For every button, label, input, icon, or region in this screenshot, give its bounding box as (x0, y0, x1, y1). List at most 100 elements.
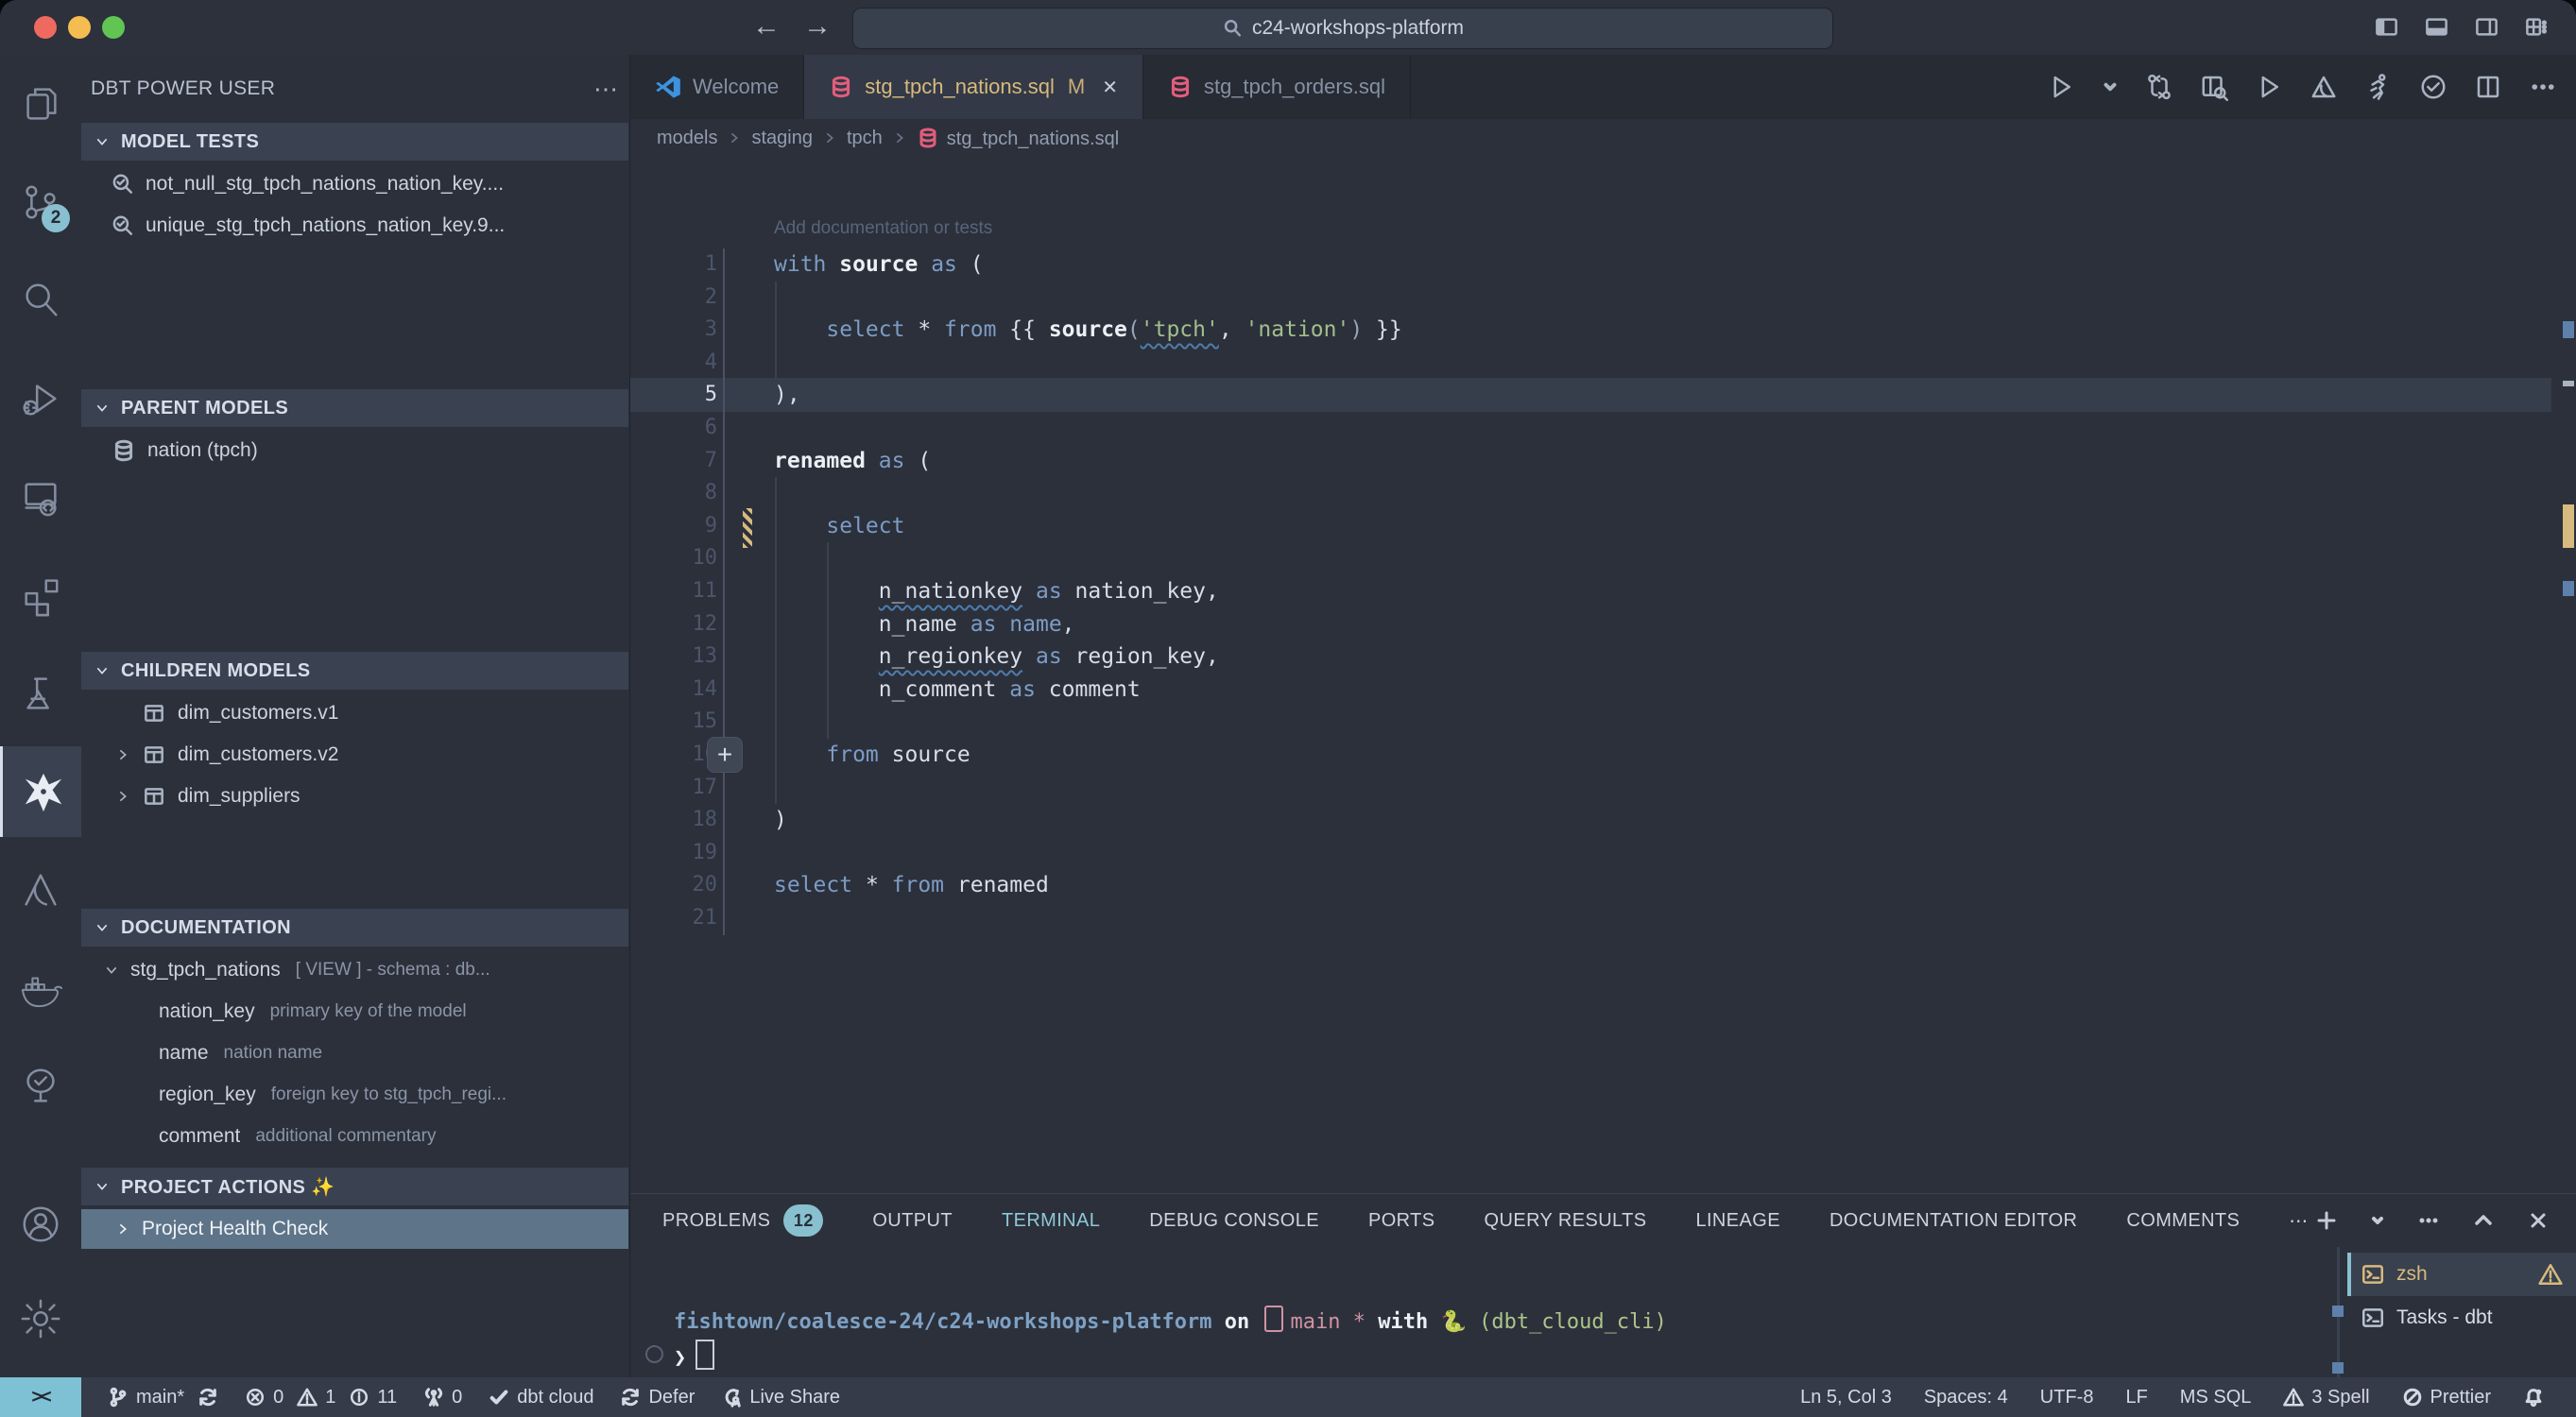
model-test-item[interactable]: unique_stg_tpch_nations_nation_key.9... (81, 206, 628, 246)
activity-item-files[interactable] (0, 59, 81, 149)
section-header-parent-models[interactable]: PARENT MODELS (81, 389, 628, 427)
model-test-item[interactable]: not_null_stg_tpch_nations_nation_key.... (81, 164, 628, 204)
sash-handle[interactable] (2332, 1362, 2344, 1374)
activity-item-dbt-power-user[interactable] (0, 746, 84, 837)
doc-column-row[interactable]: commentadditional commentary (81, 1117, 628, 1156)
parent-model-item[interactable]: nation (tpch) (81, 431, 628, 470)
status-item-3-spell[interactable]: 3 Spell (2283, 1387, 2369, 1408)
tab-stg-tpch-orders-sql[interactable]: stg_tpch_orders.sql (1143, 55, 1411, 119)
doc-column-row[interactable]: region_keyforeign key to stg_tpch_regi..… (81, 1075, 628, 1115)
activity-item-extensions[interactable] (0, 550, 81, 640)
new-terminal-icon[interactable] (2315, 1209, 2338, 1232)
sash-handle[interactable] (2332, 1306, 2344, 1317)
section-header-project-actions[interactable]: PROJECT ACTIONS ✨ (81, 1168, 628, 1205)
panel-tab-documentation-editor[interactable]: DOCUMENTATION EDITOR (1829, 1210, 2077, 1232)
add-button[interactable]: + (707, 737, 743, 773)
window-close-button[interactable] (34, 16, 57, 39)
remote-indicator[interactable]: >< (0, 1377, 81, 1417)
activity-item-source-control[interactable]: 2 (0, 157, 81, 248)
tab-stg-tpch-nations-sql[interactable]: stg_tpch_nations.sqlM✕ (804, 55, 1143, 119)
activity-item-remote-explorer[interactable] (0, 452, 81, 542)
more-actions-icon[interactable] (2417, 1209, 2440, 1232)
doc-column-row[interactable]: nation_keyprimary key of the model (81, 992, 628, 1032)
panel-tab-lineage[interactable]: LINEAGE (1695, 1210, 1780, 1232)
info-circle-icon (349, 1387, 369, 1408)
window-zoom-button[interactable] (102, 16, 125, 39)
doc-model-row[interactable]: stg_tpch_nations [ VIEW ] - schema : db.… (81, 950, 628, 990)
status-item-ln-5-col-3[interactable]: Ln 5, Col 3 (1800, 1387, 1892, 1408)
doc-column-row[interactable]: namenation name (81, 1033, 628, 1073)
status-item-0[interactable]: 0 (423, 1387, 462, 1408)
maximize-panel-icon[interactable] (2472, 1209, 2495, 1232)
status-item-prettier[interactable]: Prettier (2402, 1387, 2491, 1408)
chevron-down-icon[interactable] (2102, 78, 2119, 95)
panel-tab-query-results[interactable]: QUERY RESULTS (1485, 1210, 1647, 1232)
split-editor-icon[interactable] (2474, 73, 2502, 101)
status-item-spaces-4[interactable]: Spaces: 4 (1924, 1387, 2008, 1408)
run-play-icon[interactable] (2047, 73, 2075, 101)
status-item-live-share[interactable]: Live Share (721, 1387, 840, 1408)
overview-ruler-marker (2563, 381, 2574, 386)
navigate-back-icon[interactable]: ← (752, 12, 781, 41)
activity-item-account[interactable] (0, 1179, 81, 1270)
breadcrumb-file[interactable]: stg_tpch_nations.sql (917, 127, 1119, 150)
panel-tab-terminal[interactable]: TERMINAL (1002, 1210, 1100, 1232)
window-minimize-button[interactable] (68, 16, 91, 39)
status-item-defer[interactable]: Defer (620, 1387, 695, 1408)
dbt-docs-icon[interactable] (2310, 73, 2338, 101)
status-item-bell-icon[interactable] (2523, 1387, 2544, 1408)
status-item-ms-sql[interactable]: MS SQL (2180, 1387, 2252, 1408)
toggle-sidebar-icon[interactable] (2374, 14, 2399, 40)
title-bar: ← → c24-workshops-platform (0, 0, 2576, 55)
child-model-item[interactable]: dim_customers.v1 (81, 693, 628, 733)
terminal-instance-zsh[interactable]: zsh (2347, 1253, 2576, 1296)
toggle-secondary-sidebar-icon[interactable] (2474, 14, 2499, 40)
customize-layout-icon[interactable] (2524, 14, 2550, 40)
sidebar-more-actions-icon[interactable]: ⋯ (593, 75, 620, 104)
chevron-right-icon (892, 130, 907, 145)
terminal-instance-tasks-dbt[interactable]: Tasks - dbt (2347, 1296, 2576, 1340)
line-number: 17 (630, 772, 717, 805)
panel-tab-debug-console[interactable]: DEBUG CONSOLE (1149, 1210, 1319, 1232)
panel-tab-ports[interactable]: PORTS (1368, 1210, 1435, 1232)
status-item-main-[interactable]: main* (108, 1387, 218, 1408)
status-item-dbt-cloud[interactable]: dbt cloud (489, 1387, 593, 1408)
status-item-utf-8[interactable]: UTF-8 (2040, 1387, 2094, 1408)
project-health-check-item[interactable]: Project Health Check (81, 1209, 628, 1249)
section-header-documentation[interactable]: DOCUMENTATION (81, 909, 628, 947)
activity-item-altimate-a[interactable] (0, 845, 81, 935)
chevron-right-icon (115, 1221, 130, 1237)
compare-arrows-icon[interactable] (2145, 73, 2173, 101)
terminal-prompt[interactable]: ❯ (674, 1340, 714, 1370)
activity-item-testing-beaker[interactable] (0, 648, 81, 739)
command-center-search[interactable]: c24-workshops-platform (852, 8, 1833, 49)
code-line-11: n_nationkey as nation_key, (774, 575, 1219, 608)
activity-item-run-debug[interactable] (0, 353, 81, 444)
tab-welcome[interactable]: Welcome (630, 55, 804, 119)
child-model-item[interactable]: dim_customers.v2 (81, 735, 628, 775)
panel-tab-problems[interactable]: PROBLEMS12 (662, 1204, 823, 1237)
navigate-forward-icon[interactable]: → (803, 12, 832, 41)
close-icon[interactable]: ✕ (1102, 76, 1118, 99)
panel-tab--[interactable]: ⋯ (2289, 1209, 2308, 1233)
status-item-0[interactable]: 0111 (245, 1387, 397, 1408)
chevron-down-icon[interactable] (2370, 1213, 2385, 1228)
activity-item-search[interactable] (0, 255, 81, 346)
child-model-item[interactable]: dim_suppliers (81, 777, 628, 816)
section-header-children-models[interactable]: CHILDREN MODELS (81, 652, 628, 690)
panel-tab-output[interactable]: OUTPUT (872, 1210, 953, 1232)
test-check-icon[interactable] (2419, 73, 2447, 101)
activity-item-settings-gear[interactable] (0, 1273, 81, 1364)
close-panel-icon[interactable] (2527, 1209, 2550, 1232)
activity-item-docker[interactable] (0, 943, 81, 1033)
activity-item-tree-check[interactable] (0, 1041, 81, 1132)
section-header-model-tests[interactable]: MODEL TESTS (81, 123, 628, 161)
toggle-panel-icon[interactable] (2424, 14, 2449, 40)
preview-search-icon[interactable] (2200, 73, 2228, 101)
more-actions-icon[interactable] (2529, 73, 2557, 101)
panel-tab-comments[interactable]: COMMENTS (2126, 1210, 2240, 1232)
status-item-lf[interactable]: LF (2125, 1387, 2147, 1408)
run-model-icon[interactable] (2364, 73, 2393, 101)
codelens-add-documentation[interactable]: Add documentation or tests (774, 218, 992, 239)
play-icon[interactable] (2255, 73, 2283, 101)
